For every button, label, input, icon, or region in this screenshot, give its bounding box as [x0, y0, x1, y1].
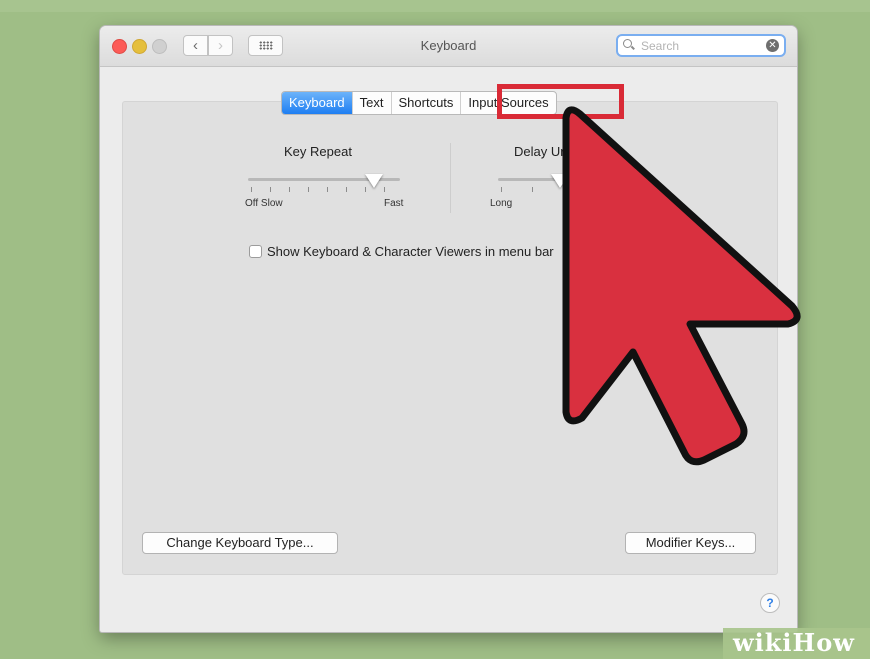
pointer-arrow-icon — [562, 106, 801, 466]
watermark-text: wikiHow — [733, 628, 855, 657]
pointer-arrow-shape — [562, 106, 801, 466]
wikihow-watermark: wikiHow — [723, 628, 870, 659]
